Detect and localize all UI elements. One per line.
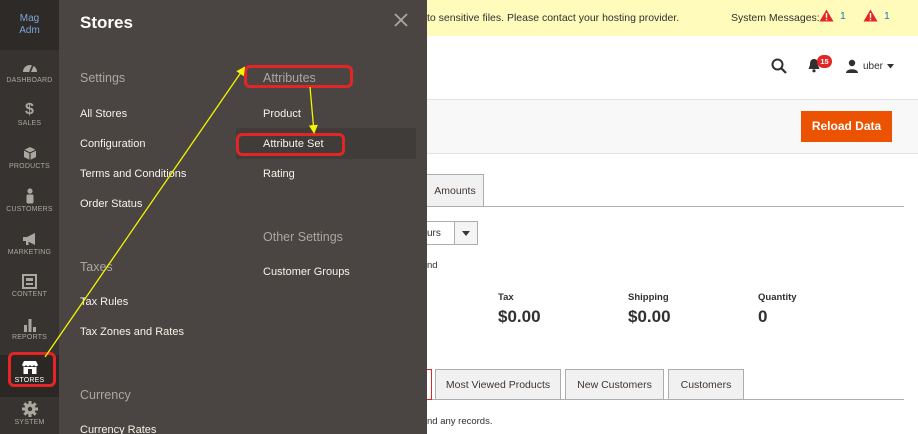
stat-quantity: Quantity 0 [758,292,797,327]
dollar-icon: $ [25,101,34,118]
menu-link-customer-groups[interactable]: Customer Groups [263,266,350,278]
sidebar-item-products[interactable]: PRODUCTS [0,141,59,183]
stat-value: 0 [758,307,768,326]
admin-sidebar: Mag Adm DASHBOARD $ SALES PRODUCTS CUSTO… [0,0,59,434]
menu-link-tax-zones-and-rates[interactable]: Tax Zones and Rates [80,326,184,338]
box-icon [0,144,59,162]
sidebar-label: CONTENT [11,291,48,298]
system-message-bar: to sensitive files. Please contact your … [427,0,918,36]
empty-grid-text: nd any records. [427,416,493,427]
sidebar-label: SALES [17,120,42,127]
username: uber [863,60,884,72]
stat-value: $0.00 [628,307,671,326]
period-select-value: urs [427,228,441,239]
sidebar-label: DASHBOARD [6,77,53,84]
sidebar-item-dashboard[interactable]: DASHBOARD [0,55,59,97]
menu-link-tax-rules[interactable]: Tax Rules [80,296,128,308]
tab-amounts[interactable]: Amounts [427,174,484,207]
sidebar-item-sales[interactable]: $ SALES [0,98,59,140]
sidebar-item-content[interactable]: CONTENT [0,269,59,311]
stat-label: Tax [498,292,514,303]
attributes-highlight-box [244,65,353,88]
warning-icon [819,9,834,22]
caret-down-icon [887,63,895,68]
tabs-divider [427,206,904,207]
logo-text-line-2: Adm [19,25,40,36]
menu-link-configuration[interactable]: Configuration [80,138,145,150]
magento-logo[interactable]: Mag Adm [0,0,59,50]
flyout-title: Stores [80,13,133,32]
sidebar-item-system[interactable]: SYSTEM [0,397,59,434]
sidebar-label: SYSTEM [14,419,45,426]
section-heading-taxes: Taxes [80,260,113,274]
sidebar-label: CUSTOMERS [6,206,53,213]
section-heading-currency: Currency [80,388,131,402]
menu-link-terms-and-conditions[interactable]: Terms and Conditions [80,168,186,180]
major-count: 1 [884,9,890,22]
critical-messages-counter[interactable]: 1 [819,9,846,22]
stat-shipping: Shipping $0.00 [628,292,671,327]
bar-chart-icon [0,315,59,333]
search-icon[interactable] [771,58,787,79]
notification-count-badge: 15 [817,55,832,68]
stat-value: $0.00 [498,307,541,326]
stat-label: Quantity [758,292,797,303]
notifications-button[interactable]: 15 [807,55,832,78]
attribute-set-highlight-box [236,133,345,156]
user-icon [846,59,858,73]
menu-link-currency-rates[interactable]: Currency Rates [80,424,156,434]
menu-link-rating[interactable]: Rating [263,168,295,180]
sidebar-label: PRODUCTS [9,163,50,170]
page-actions-bar: Reload Data [427,100,918,154]
sidebar-label: REPORTS [11,334,48,341]
warning-icon [863,9,878,22]
reload-data-button[interactable]: Reload Data [801,111,892,142]
system-message-text: to sensitive files. Please contact your … [427,12,680,24]
chevron-down-icon [454,222,477,244]
megaphone-icon [0,230,59,248]
menu-link-product[interactable]: Product [263,108,301,120]
sidebar-item-reports[interactable]: REPORTS [0,312,59,354]
stat-tax: Tax $0.00 [498,292,541,327]
menu-link-order-status[interactable]: Order Status [80,198,142,210]
page-header: 15 uber [427,36,918,100]
tab-most-viewed-products[interactable]: Most Viewed Products [435,369,561,400]
stat-label: Shipping [628,292,669,303]
section-heading-settings: Settings [80,71,126,85]
chart-notice-text: nd [427,260,438,271]
person-icon [0,187,59,205]
sidebar-label: MARKETING [7,249,52,256]
section-heading-other-settings: Other Settings [263,230,343,244]
content-icon [0,272,59,290]
close-icon[interactable] [393,12,409,28]
stores-highlight-box [8,352,56,387]
sidebar-item-customers[interactable]: CUSTOMERS [0,184,59,226]
logo-text-line-1: Mag [19,13,40,24]
period-select[interactable]: urs [427,221,478,245]
tab-bestsellers-active[interactable] [427,369,432,400]
tab-new-customers[interactable]: New Customers [565,369,664,400]
menu-link-all-stores[interactable]: All Stores [80,108,127,120]
system-messages-label[interactable]: System Messages: [731,12,820,24]
tab-customers[interactable]: Customers [668,369,744,400]
stores-flyout-menu: Stores Settings All Stores Configuration… [59,0,427,434]
sidebar-item-marketing[interactable]: MARKETING [0,227,59,269]
major-messages-counter[interactable]: 1 [863,9,890,22]
dashboard-icon [0,58,59,76]
user-account-menu[interactable]: uber [845,59,895,73]
gear-icon [0,400,59,418]
critical-count: 1 [840,9,846,22]
